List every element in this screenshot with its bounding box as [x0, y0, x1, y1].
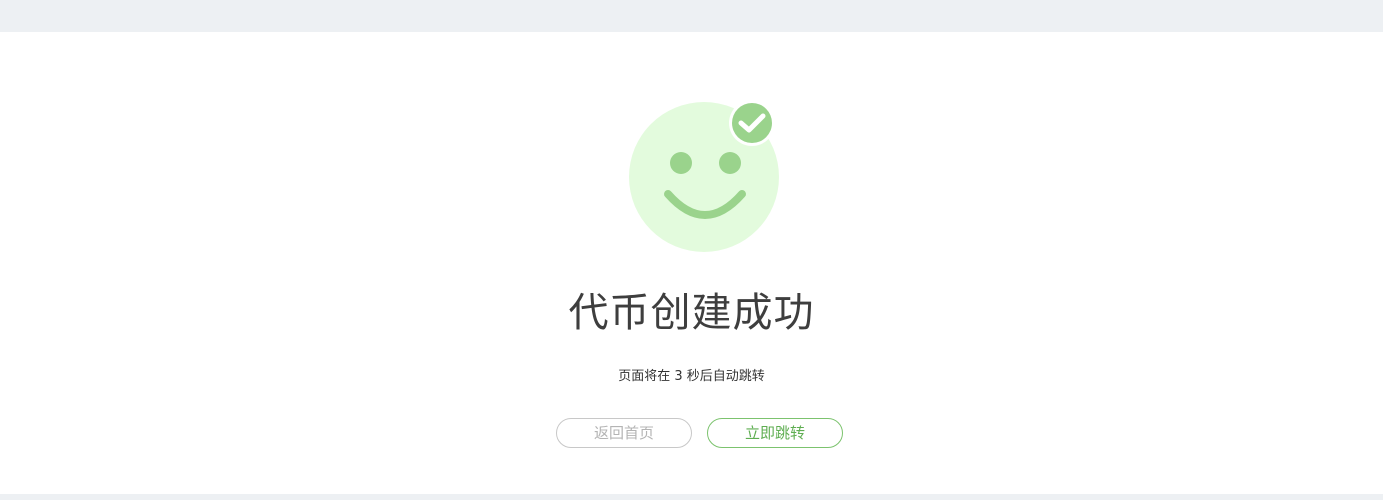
- page-title: 代币创建成功: [568, 290, 815, 336]
- smiley-success-icon: [629, 100, 779, 252]
- bottom-band: [0, 494, 1383, 500]
- redirect-now-button[interactable]: 立即跳转: [707, 418, 843, 448]
- back-home-button[interactable]: 返回首页: [556, 418, 692, 448]
- redirect-notice: 页面将在 3 秒后自动跳转: [618, 369, 765, 384]
- check-icon: [729, 100, 775, 146]
- top-band: [0, 0, 1383, 32]
- smiley-right-eye: [719, 152, 741, 174]
- smiley-left-eye: [670, 152, 692, 174]
